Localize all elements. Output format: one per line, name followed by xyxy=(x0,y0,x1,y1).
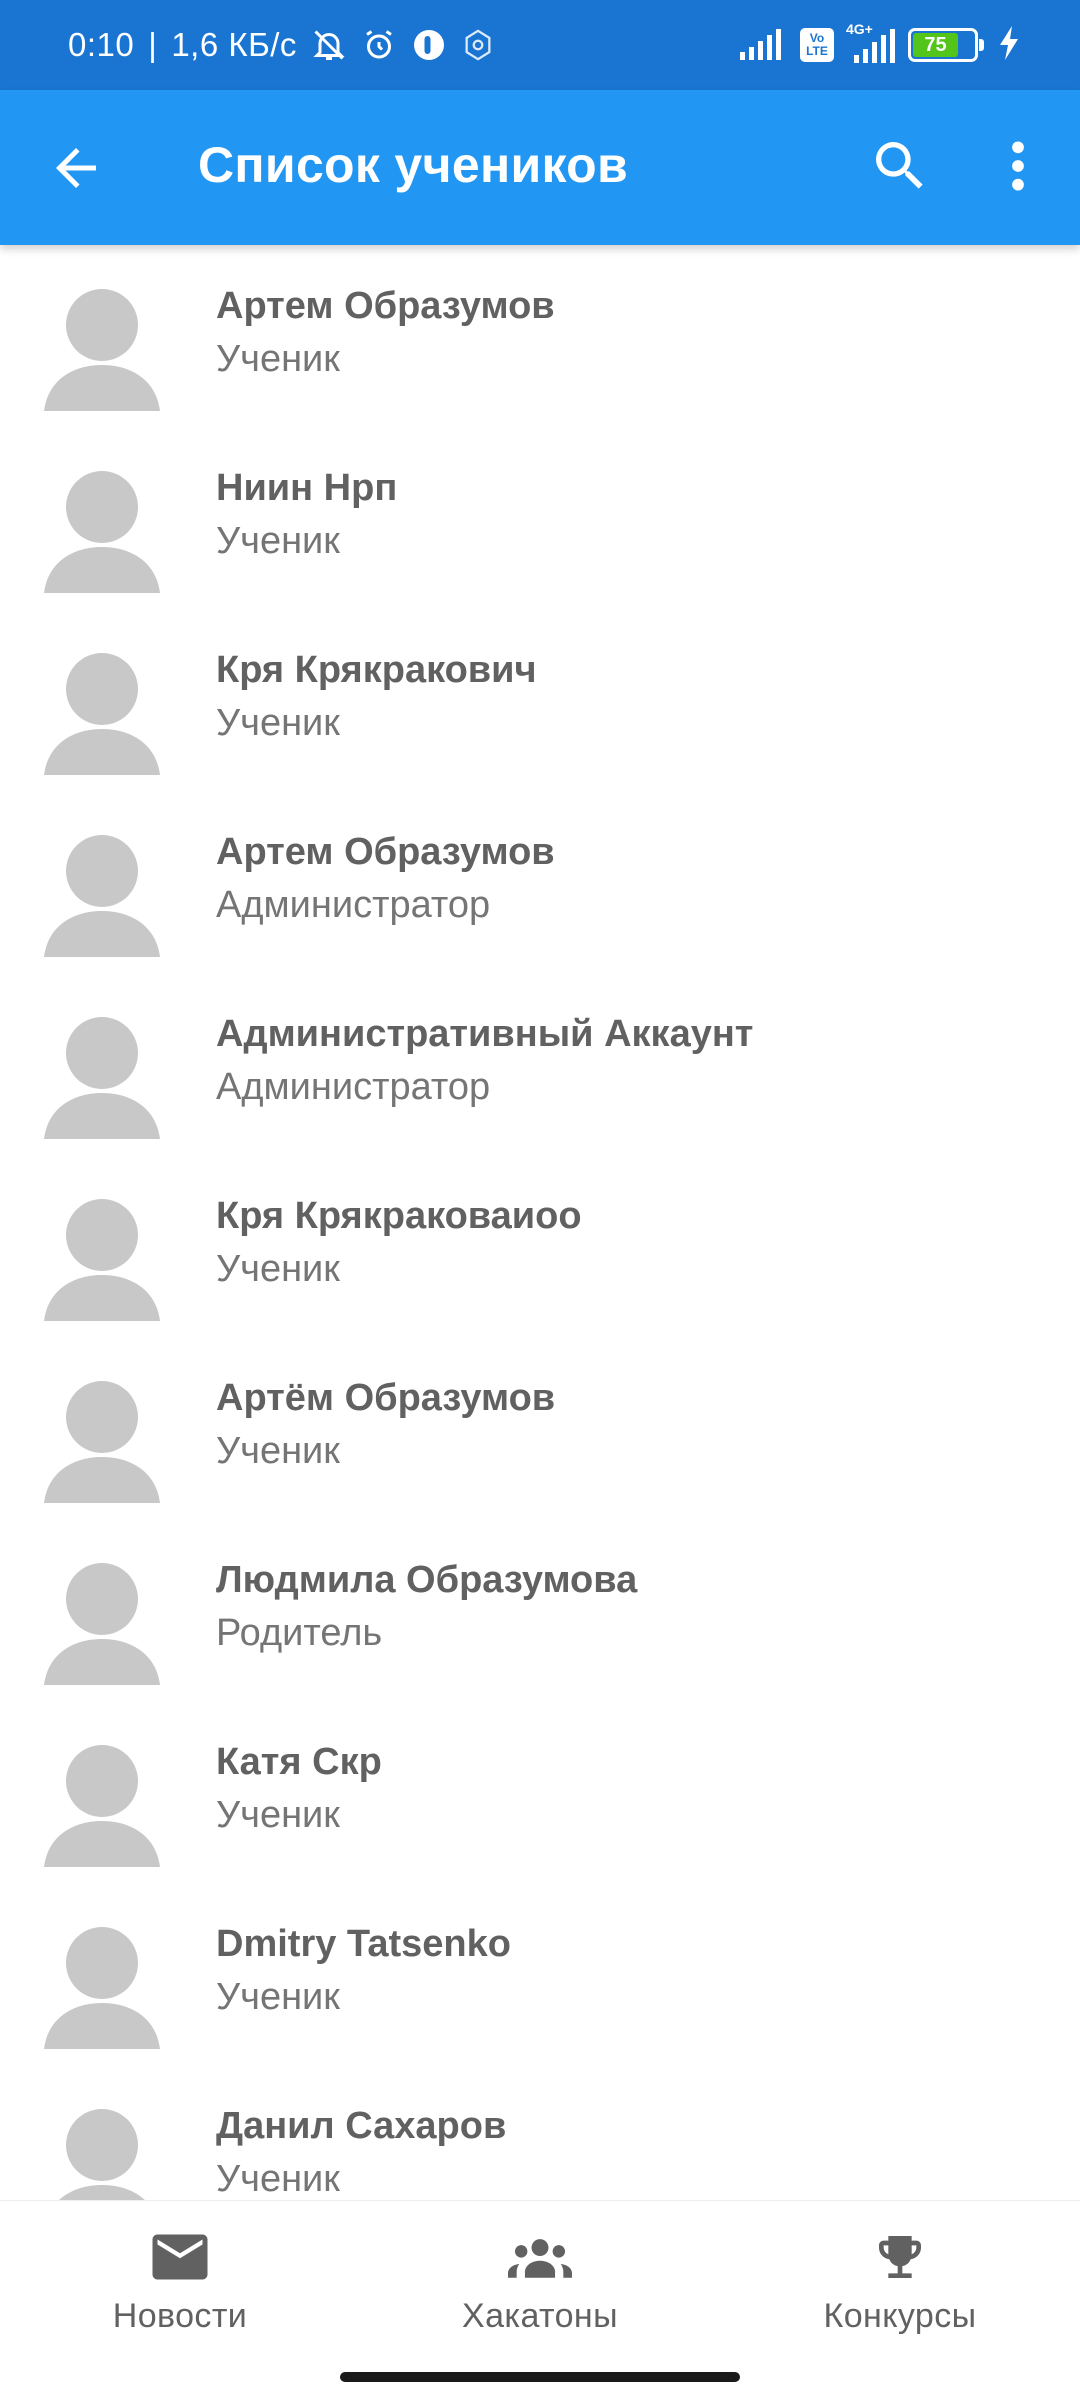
status-speed: 1,6 КБ/с xyxy=(171,26,297,63)
list-item[interactable]: Кря Крякракович Ученик xyxy=(0,609,1080,791)
list-item[interactable]: Кря Крякраковаиоо Ученик xyxy=(0,1155,1080,1337)
student-name: Dmitry Tatsenko xyxy=(216,1923,511,1965)
groups-icon xyxy=(508,2229,572,2285)
list-item[interactable]: Людмила Образумова Родитель xyxy=(0,1519,1080,1701)
nav-label-hackathons: Хакатоны xyxy=(462,2297,618,2335)
student-role: Ученик xyxy=(216,1430,340,1472)
charging-icon xyxy=(998,25,1020,65)
student-role: Ученик xyxy=(216,520,340,562)
nav-label-news: Новости xyxy=(112,2297,248,2335)
list-item[interactable]: Артем Образумов Администратор xyxy=(0,791,1080,973)
list-item[interactable]: Катя Скр Ученик xyxy=(0,1701,1080,1883)
student-name: Ниин Нрп xyxy=(216,467,398,509)
avatar xyxy=(44,465,160,593)
student-role: Ученик xyxy=(216,1794,340,1836)
more-vert-icon[interactable] xyxy=(996,134,1040,198)
student-role: Ученик xyxy=(216,2158,340,2200)
signal-4g-icon: 4G+ xyxy=(846,21,896,63)
page-title: Список учеников xyxy=(198,137,629,193)
status-right: Vo LTE 4G+ 75 xyxy=(740,21,1020,65)
settings-icon xyxy=(461,28,495,62)
student-role: Ученик xyxy=(216,1976,340,2018)
list-item[interactable]: Артём Образумов Ученик xyxy=(0,1337,1080,1519)
nav-item-hackathons[interactable]: Хакатоны xyxy=(360,2201,720,2351)
search-icon[interactable] xyxy=(868,134,932,198)
status-time: 0:10 xyxy=(68,26,135,63)
avatar xyxy=(44,1739,160,1867)
list-item[interactable]: Ниин Нрп Ученик xyxy=(0,427,1080,609)
bottom-nav: Новости Хакатоны Конкурсы xyxy=(0,2200,1080,2400)
app-notification-icon xyxy=(411,27,447,63)
avatar xyxy=(44,1193,160,1321)
student-name: Людмила Образумова xyxy=(216,1559,638,1601)
avatar xyxy=(44,283,160,411)
avatar xyxy=(44,1011,160,1139)
nav-label-contests: Конкурсы xyxy=(823,2297,977,2335)
nav-item-contests[interactable]: Конкурсы xyxy=(720,2201,1080,2351)
app-bar: Список учеников xyxy=(0,90,1080,245)
list-item[interactable]: Артем Образумов Ученик xyxy=(0,245,1080,427)
student-role: Администратор xyxy=(216,1066,491,1108)
battery-fill: 75 xyxy=(913,33,958,57)
status-bar: 0:10 | 1,6 КБ/с Vo LTE 4G+ 75 xyxy=(0,0,1080,90)
home-indicator[interactable] xyxy=(340,2372,740,2382)
list-item[interactable]: Данил Сахаров Ученик xyxy=(0,2065,1080,2200)
nav-item-news[interactable]: Новости xyxy=(0,2201,360,2351)
bell-off-icon xyxy=(311,27,347,63)
signal-icon xyxy=(740,26,788,65)
avatar xyxy=(44,1375,160,1503)
student-name: Артем Образумов xyxy=(216,285,555,327)
avatar xyxy=(44,1557,160,1685)
trophy-icon xyxy=(868,2229,932,2285)
avatar xyxy=(44,1921,160,2049)
student-role: Ученик xyxy=(216,1248,340,1290)
avatar xyxy=(44,647,160,775)
volte-icon: Vo LTE xyxy=(800,28,834,62)
avatar xyxy=(44,829,160,957)
battery-icon: 75 xyxy=(908,28,984,62)
alarm-icon xyxy=(361,27,397,63)
student-name: Артем Образумов xyxy=(216,831,555,873)
student-role: Администратор xyxy=(216,884,491,926)
status-separator: | xyxy=(148,26,158,63)
avatar xyxy=(44,2103,160,2200)
student-name: Артём Образумов xyxy=(216,1377,556,1419)
student-list: Артем Образумов Ученик Ниин Нрп Ученик Кря К… xyxy=(0,245,1080,2200)
list-item[interactable]: Dmitry Tatsenko Ученик xyxy=(0,1883,1080,2065)
student-name: Данил Сахаров xyxy=(216,2105,507,2147)
student-name: Административный Аккаунт xyxy=(216,1013,754,1055)
student-role: Ученик xyxy=(216,702,340,744)
student-name: Катя Скр xyxy=(216,1741,382,1783)
mail-icon xyxy=(148,2229,212,2285)
status-left: 0:10 | 1,6 КБ/с xyxy=(68,26,495,64)
list-item[interactable]: Административный Аккаунт Администратор xyxy=(0,973,1080,1155)
volte-bottom: LTE xyxy=(806,44,828,58)
back-arrow-icon[interactable] xyxy=(46,138,106,198)
student-role: Родитель xyxy=(216,1612,383,1654)
student-role: Ученик xyxy=(216,338,340,380)
student-name: Кря Крякракович xyxy=(216,649,537,691)
student-name: Кря Крякраковаиоо xyxy=(216,1195,582,1237)
